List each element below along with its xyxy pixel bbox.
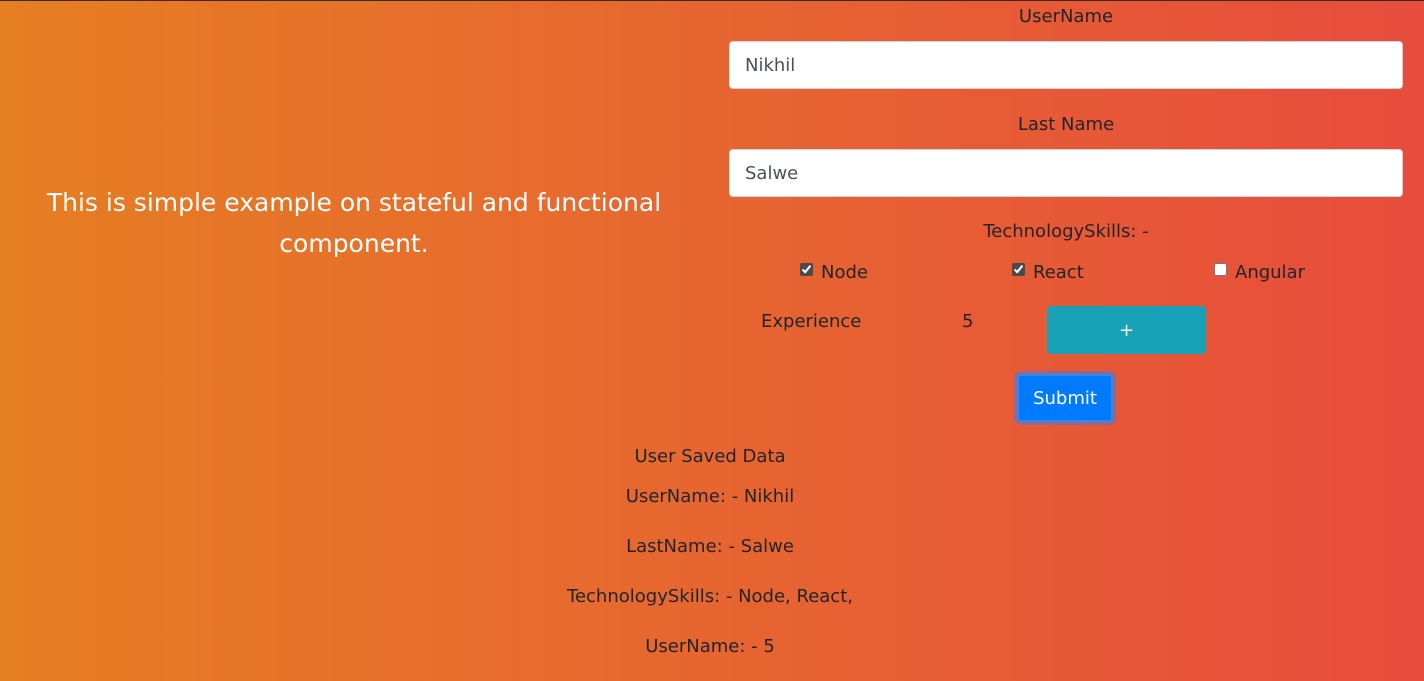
top-border (0, 0, 1424, 1)
lastname-input[interactable] (729, 149, 1403, 197)
increment-experience-button[interactable]: + (1047, 306, 1206, 354)
skill-react-checkbox[interactable] (1012, 262, 1025, 276)
saved-experience: UserName: - 5 (645, 636, 775, 657)
skill-node[interactable]: Node (800, 260, 868, 284)
skill-react[interactable]: React (1012, 260, 1084, 284)
skill-node-checkbox[interactable] (800, 262, 813, 276)
username-input[interactable] (729, 41, 1403, 89)
skills-label: TechnologySkills: - (983, 221, 1149, 242)
saved-skills: TechnologySkills: - Node, React, (567, 586, 853, 607)
skill-angular[interactable]: Angular (1214, 260, 1305, 284)
experience-value: 5 (962, 311, 974, 332)
skill-angular-label: Angular (1235, 261, 1305, 283)
skill-angular-checkbox[interactable] (1214, 262, 1227, 276)
experience-label: Experience (761, 311, 862, 332)
lastname-label: Last Name (1017, 114, 1115, 135)
intro-text: This is simple example on stateful and f… (46, 188, 662, 258)
saved-username: UserName: - Nikhil (625, 486, 795, 507)
saved-lastname: LastName: - Salwe (626, 536, 794, 557)
skill-react-label: React (1033, 261, 1084, 283)
username-label: UserName (1018, 6, 1114, 27)
saved-data-heading: User Saved Data (634, 446, 786, 467)
submit-button[interactable]: Submit (1017, 374, 1113, 422)
skill-node-label: Node (821, 261, 868, 283)
